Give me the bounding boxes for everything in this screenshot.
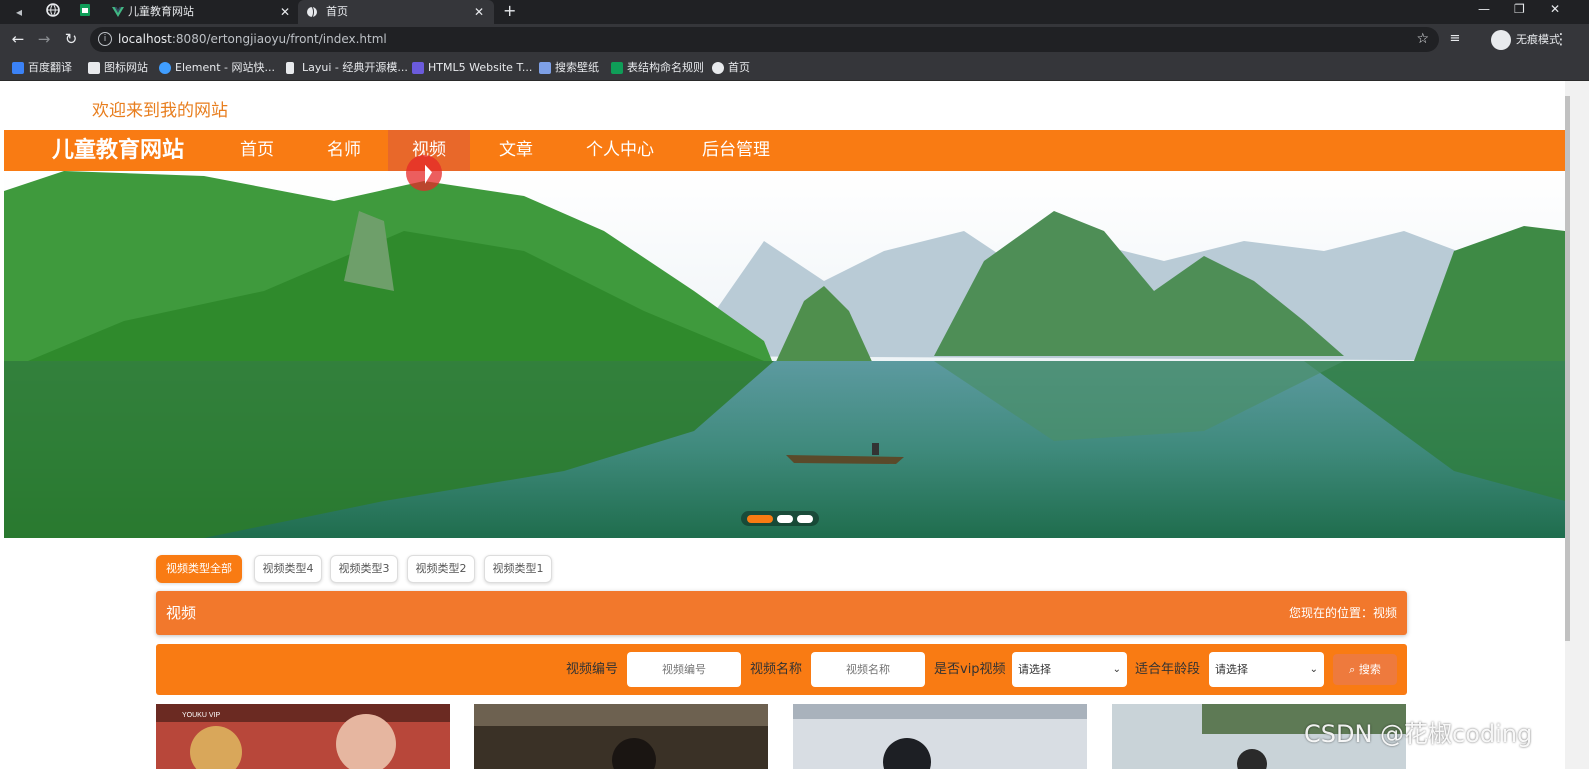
click-highlight xyxy=(406,155,442,191)
site-logo[interactable]: 儿童教育网站 xyxy=(52,130,184,171)
browser-tab-strip: ◂ 儿童教育网站 ✕ 首页 ✕ + — ❐ ✕ xyxy=(0,0,1589,24)
vip-select[interactable]: 请选择 ⌄ xyxy=(1012,652,1127,687)
tab-title: 儿童教育网站 xyxy=(128,5,194,18)
menu-icon[interactable]: ⋮ xyxy=(1552,30,1570,48)
section-title-bar: 视频 您现在的位置：视频 xyxy=(156,591,1407,635)
carousel-banner[interactable] xyxy=(4,171,1565,538)
chevron-down-icon: ⌄ xyxy=(1309,664,1318,675)
video-no-label: 视频编号 xyxy=(566,662,619,677)
main-navbar: 儿童教育网站 首页 名师 视频 文章 个人中心 后台管理 xyxy=(4,130,1565,171)
address-bar[interactable]: i localhost:8080/ertongjiaoyu/front/inde… xyxy=(90,27,1439,52)
welcome-text: 欢迎来到我的网站 xyxy=(92,101,228,121)
new-tab-button[interactable]: + xyxy=(503,0,516,22)
vip-select-value: 请选择 xyxy=(1018,663,1051,676)
nav-articles[interactable]: 文章 xyxy=(480,130,552,171)
landscape-image xyxy=(4,171,1565,538)
minimize-button[interactable]: — xyxy=(1478,0,1490,18)
vue-logo-icon xyxy=(112,7,124,17)
search-icon: ⌕ xyxy=(1349,663,1356,676)
url-text: localhost:8080/ertongjiaoyu/front/index.… xyxy=(118,32,387,46)
browser-toolbar: ← → ↻ i localhost:8080/ertongjiaoyu/fron… xyxy=(0,24,1589,55)
bookmarks-bar: 百度翻译 图标网站 Element - 网站快... Layui - 经典开源模… xyxy=(0,55,1589,81)
site-info-icon[interactable]: i xyxy=(98,32,112,46)
age-label: 适合年龄段 xyxy=(1135,662,1201,677)
age-select-value: 请选择 xyxy=(1215,663,1248,676)
bookmark-star-icon[interactable]: ☆ xyxy=(1416,27,1429,52)
pinned-tab-sheet-icon[interactable] xyxy=(76,3,94,21)
carousel-indicators xyxy=(741,511,819,526)
wallpaper-icon xyxy=(539,62,551,74)
thumbnail-brand-text: YOUKU VIP xyxy=(182,712,220,719)
html5-icon xyxy=(412,62,424,74)
bookmark-item[interactable]: 首页 xyxy=(712,55,750,81)
globe-icon xyxy=(307,6,317,18)
breadcrumb: 您现在的位置：视频 xyxy=(1288,606,1397,620)
bookmark-item[interactable]: Element - 网站快... xyxy=(159,55,275,81)
vip-label: 是否vip视频 xyxy=(934,662,1006,677)
restore-button[interactable]: ❐ xyxy=(1514,0,1525,18)
scrollbar-thumb[interactable] xyxy=(1565,96,1570,641)
nav-user-center[interactable]: 个人中心 xyxy=(564,130,676,171)
nav-teachers[interactable]: 名师 xyxy=(311,130,377,171)
bookmark-item[interactable]: 表结构命名规则 xyxy=(611,55,704,81)
tab-ertong-site[interactable]: 儿童教育网站 ✕ xyxy=(104,0,300,24)
page-scrollbar[interactable] xyxy=(1565,81,1589,769)
reading-list-icon[interactable]: ≡ xyxy=(1446,30,1464,48)
video-thumbnail: YOUKU VIP xyxy=(156,704,450,769)
tab-close-icon[interactable]: ✕ xyxy=(474,0,484,24)
bookmark-item[interactable]: Layui - 经典开源模... xyxy=(286,55,408,81)
nav-admin[interactable]: 后台管理 xyxy=(679,130,793,171)
carousel-dot-3[interactable] xyxy=(797,515,813,523)
tab-search-icon[interactable]: ◂ xyxy=(10,3,28,21)
bookmark-item[interactable]: 搜索壁纸 xyxy=(539,55,599,81)
layui-icon xyxy=(286,62,294,74)
close-window-button[interactable]: ✕ xyxy=(1550,0,1560,18)
video-card[interactable] xyxy=(474,704,768,769)
flag-icon xyxy=(88,62,100,74)
chip-type-1[interactable]: 视频类型1 xyxy=(484,555,552,583)
video-card[interactable] xyxy=(793,704,1087,769)
mouse-pointer-icon xyxy=(425,164,432,187)
video-name-input[interactable] xyxy=(811,652,925,687)
tab-home[interactable]: 首页 ✕ xyxy=(298,0,494,24)
video-name-label: 视频名称 xyxy=(750,662,803,677)
incognito-icon xyxy=(1491,30,1511,50)
translate-icon xyxy=(12,62,24,74)
tab-title: 首页 xyxy=(326,5,348,18)
carousel-dot-1[interactable] xyxy=(747,515,773,523)
tab-close-icon[interactable]: ✕ xyxy=(280,0,290,24)
search-button[interactable]: ⌕ 搜索 xyxy=(1333,654,1397,685)
carousel-dot-2[interactable] xyxy=(777,515,793,523)
video-thumbnail xyxy=(793,704,1087,769)
search-form: 视频编号 视频名称 是否vip视频 请选择 ⌄ 适合年龄段 请选择 ⌄ ⌕ 搜索 xyxy=(156,644,1407,695)
video-no-input[interactable] xyxy=(627,652,741,687)
bookmark-item[interactable]: 百度翻译 xyxy=(12,55,72,81)
reload-icon[interactable]: ↻ xyxy=(62,30,80,48)
video-card[interactable]: YOUKU VIP xyxy=(156,704,450,769)
forward-icon[interactable]: → xyxy=(35,30,53,48)
chip-type-3[interactable]: 视频类型3 xyxy=(330,555,398,583)
bookmark-item[interactable]: HTML5 Website T... xyxy=(412,55,532,81)
video-thumbnail xyxy=(474,704,768,769)
csdn-watermark: CSDN @花椒coding xyxy=(1304,720,1533,748)
chevron-down-icon: ⌄ xyxy=(1112,664,1121,675)
chip-type-4[interactable]: 视频类型4 xyxy=(254,555,322,583)
globe-icon xyxy=(712,62,724,74)
chip-type-2[interactable]: 视频类型2 xyxy=(407,555,475,583)
pinned-tab-globe-icon[interactable] xyxy=(44,3,62,21)
bookmark-item[interactable]: 图标网站 xyxy=(88,55,148,81)
element-icon xyxy=(159,62,171,74)
back-icon[interactable]: ← xyxy=(9,30,27,48)
chip-all-types[interactable]: 视频类型全部 xyxy=(156,555,242,583)
age-select[interactable]: 请选择 ⌄ xyxy=(1209,652,1324,687)
sheet-icon xyxy=(611,62,623,74)
nav-home[interactable]: 首页 xyxy=(226,130,288,171)
section-title: 视频 xyxy=(166,604,197,622)
